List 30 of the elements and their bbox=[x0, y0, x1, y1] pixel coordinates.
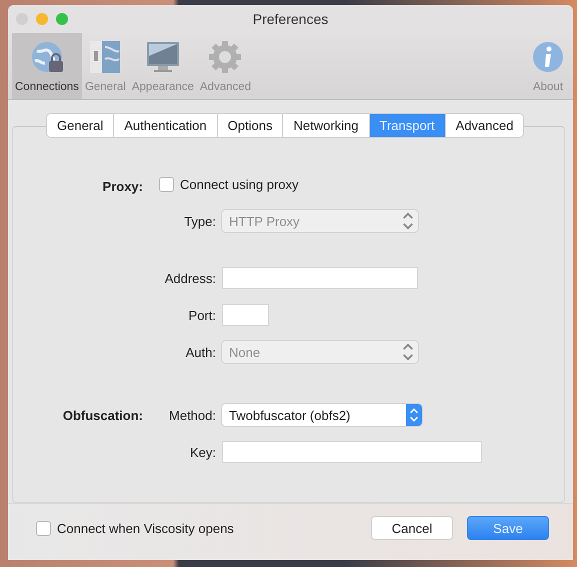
input-field[interactable] bbox=[222, 441, 482, 463]
dropdown[interactable]: Twobfuscator (obfs2) bbox=[222, 404, 422, 426]
section-label: Proxy: bbox=[102, 178, 143, 194]
tab[interactable]: Options bbox=[218, 114, 284, 137]
cancel-button[interactable]: Cancel bbox=[371, 516, 453, 540]
stepper-icon bbox=[402, 211, 414, 231]
input-field[interactable] bbox=[222, 267, 418, 289]
checkbox[interactable] bbox=[159, 177, 174, 192]
field-label: Auth: bbox=[186, 344, 216, 360]
field-label: Port: bbox=[188, 308, 216, 322]
checkbox-label: Connect when Viscosity opens bbox=[57, 520, 234, 536]
field-label: Type: bbox=[184, 214, 216, 228]
tab[interactable]: Authentication bbox=[114, 114, 218, 137]
checkbox[interactable] bbox=[36, 520, 51, 536]
stepper-icon bbox=[406, 404, 422, 426]
input-field[interactable] bbox=[222, 304, 269, 326]
zoom-button[interactable] bbox=[56, 13, 68, 25]
section-label: Obfuscation: bbox=[62, 408, 143, 422]
window-title: Preferences bbox=[252, 11, 328, 27]
toolbar-item[interactable]: Connections bbox=[12, 33, 82, 99]
field-label: Key: bbox=[190, 444, 216, 460]
stepper-icon bbox=[402, 342, 414, 362]
tab[interactable]: Advanced bbox=[446, 114, 524, 137]
checkbox-label: Connect using proxy bbox=[180, 177, 299, 192]
gear-icon bbox=[207, 39, 244, 75]
field-label: Method: bbox=[169, 408, 216, 422]
info-icon bbox=[530, 39, 566, 75]
minimize-button[interactable] bbox=[36, 13, 48, 25]
monitor-icon bbox=[144, 39, 181, 75]
field-label: Address: bbox=[164, 270, 216, 286]
